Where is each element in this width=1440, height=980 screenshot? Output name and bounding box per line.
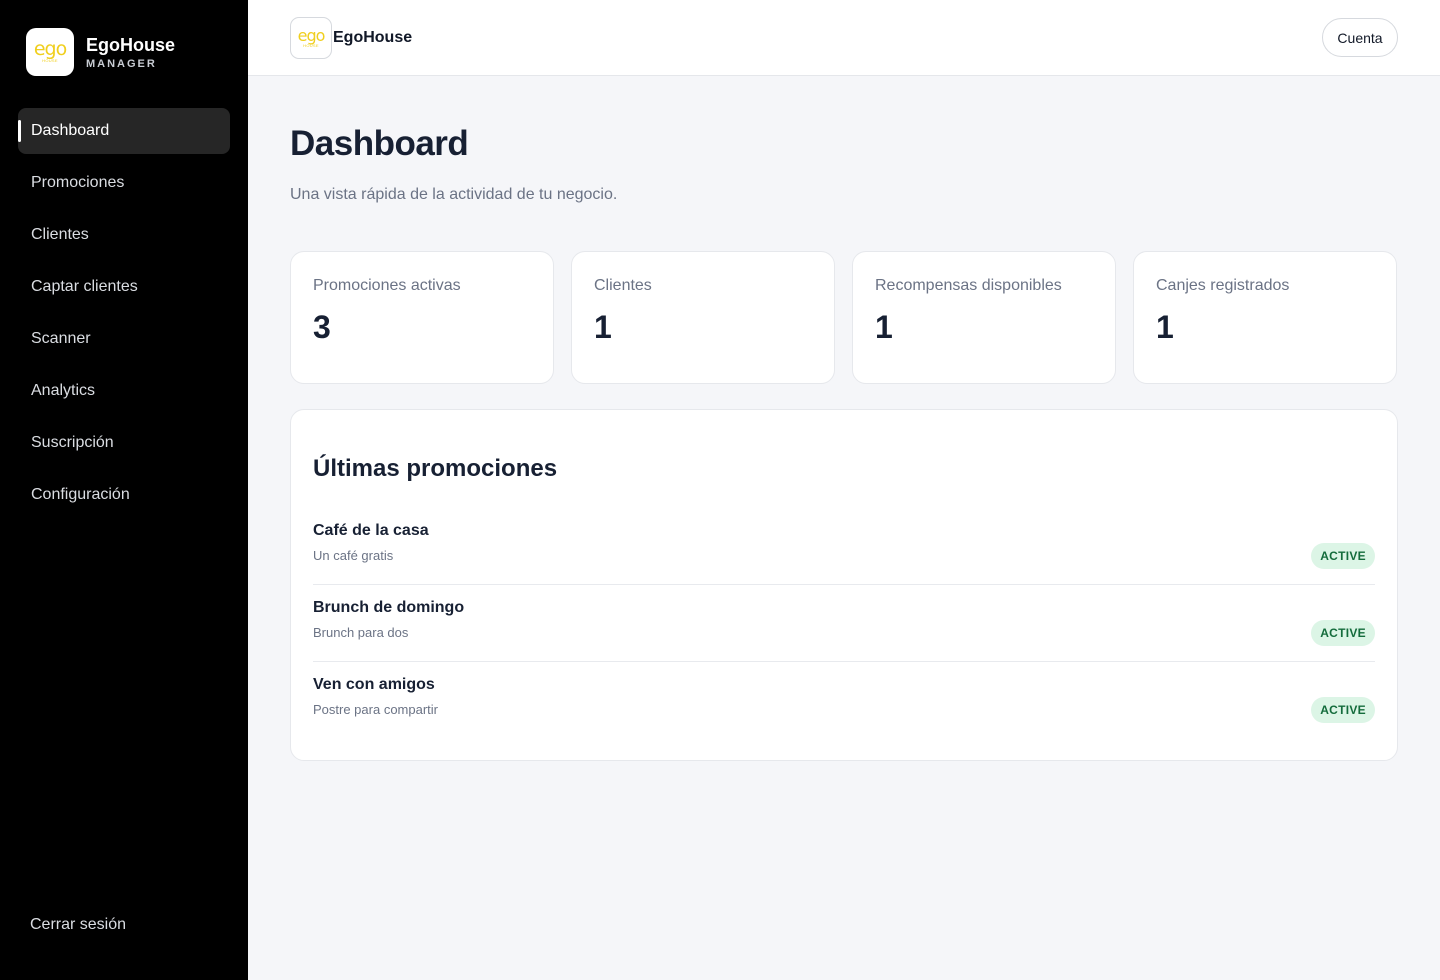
logo-wordmark: ego: [297, 25, 326, 45]
sidebar-item-label: Scanner: [31, 330, 91, 347]
sidebar: ego HOUSE EgoHouse MANAGER Dashboard Pro…: [0, 0, 248, 980]
page-subtitle: Una vista rápida de la actividad de tu n…: [290, 186, 618, 203]
logo-wordmark: ego: [33, 38, 67, 60]
sidebar-item-label: Configuración: [31, 486, 130, 503]
sidebar-item-label: Captar clientes: [31, 278, 138, 295]
stat-value: 3: [313, 309, 331, 345]
account-button[interactable]: Cuenta: [1322, 18, 1398, 57]
stats-row: Promociones activas 3 Clientes 1 Recompe…: [290, 251, 1398, 384]
brand-text: EgoHouse MANAGER: [86, 34, 175, 70]
status-badge: ACTIVE: [1311, 620, 1375, 646]
stat-value: 1: [594, 309, 612, 345]
sidebar-brand: ego HOUSE EgoHouse MANAGER: [26, 28, 175, 76]
stat-label: Clientes: [594, 277, 652, 294]
stat-value: 1: [875, 309, 893, 345]
promo-description: Un café gratis: [313, 548, 394, 563]
stat-label: Canjes registrados: [1156, 277, 1290, 294]
list-item[interactable]: Ven con amigos Postre para compartir ACT…: [313, 662, 1375, 739]
app-root: ego HOUSE EgoHouse MANAGER Dashboard Pro…: [0, 0, 1440, 980]
page-title: Dashboard: [290, 124, 469, 163]
promo-name: Brunch de domingo: [313, 599, 465, 616]
stat-label: Recompensas disponibles: [875, 277, 1062, 294]
promo-info: Café de la casa Un café gratis: [313, 522, 429, 563]
promotions-heading: Últimas promociones: [313, 455, 558, 482]
latest-promotions-card: Últimas promociones Café de la casa Un c…: [290, 409, 1398, 761]
stat-label: Promociones activas: [313, 277, 461, 294]
stat-card-promociones-activas: Promociones activas 3: [290, 251, 554, 384]
sidebar-item-label: Suscripción: [31, 434, 114, 451]
sidebar-item-configuracion[interactable]: Configuración: [18, 472, 230, 518]
sidebar-item-label: Analytics: [31, 382, 96, 399]
status-badge: ACTIVE: [1311, 697, 1375, 723]
promo-name: Ven con amigos: [313, 676, 435, 693]
list-item[interactable]: Brunch de domingo Brunch para dos ACTIVE: [313, 585, 1375, 662]
promotions-list: Café de la casa Un café gratis ACTIVE Br…: [313, 508, 1375, 739]
topbar-brand[interactable]: ego HOUSE EgoHouse: [290, 17, 412, 59]
sidebar-nav: Dashboard Promociones Clientes Captar cl…: [18, 108, 230, 524]
logout-button[interactable]: Cerrar sesión: [30, 916, 126, 934]
promo-description: Brunch para dos: [313, 625, 409, 640]
sidebar-item-label: Clientes: [31, 226, 89, 243]
sidebar-item-analytics[interactable]: Analytics: [18, 368, 230, 414]
promo-info: Brunch de domingo Brunch para dos: [313, 599, 464, 640]
sidebar-item-label: Promociones: [31, 174, 125, 191]
dashboard-content: Dashboard Una vista rápida de la activid…: [290, 76, 1398, 761]
sidebar-item-clientes[interactable]: Clientes: [18, 212, 230, 258]
topbar-logo: ego HOUSE: [290, 17, 332, 59]
promo-name: Café de la casa: [313, 522, 429, 539]
list-item[interactable]: Café de la casa Un café gratis ACTIVE: [313, 508, 1375, 585]
promo-info: Ven con amigos Postre para compartir: [313, 676, 438, 717]
topbar-brand-name: EgoHouse: [333, 29, 413, 46]
logo-subtext: HOUSE: [42, 58, 58, 63]
sidebar-item-dashboard[interactable]: Dashboard: [18, 108, 230, 154]
stat-card-clientes: Clientes 1: [571, 251, 835, 384]
sidebar-item-suscripcion[interactable]: Suscripción: [18, 420, 230, 466]
main-area: ego HOUSE EgoHouse Cuenta Dashboard Una …: [248, 0, 1440, 980]
sidebar-item-promociones[interactable]: Promociones: [18, 160, 230, 206]
brand-name: EgoHouse: [86, 35, 176, 55]
stat-card-recompensas: Recompensas disponibles 1: [852, 251, 1116, 384]
promo-description: Postre para compartir: [313, 702, 438, 717]
sidebar-item-scanner[interactable]: Scanner: [18, 316, 230, 362]
stat-card-canjes: Canjes registrados 1: [1133, 251, 1397, 384]
stat-value: 1: [1156, 309, 1174, 345]
sidebar-item-label: Dashboard: [31, 122, 110, 139]
brand-subtitle: MANAGER: [86, 58, 157, 70]
topbar: ego HOUSE EgoHouse Cuenta: [248, 0, 1440, 76]
brand-logo: ego HOUSE: [26, 28, 74, 76]
logo-subtext: HOUSE: [303, 42, 319, 48]
status-badge: ACTIVE: [1311, 543, 1375, 569]
sidebar-item-captar-clientes[interactable]: Captar clientes: [18, 264, 230, 310]
